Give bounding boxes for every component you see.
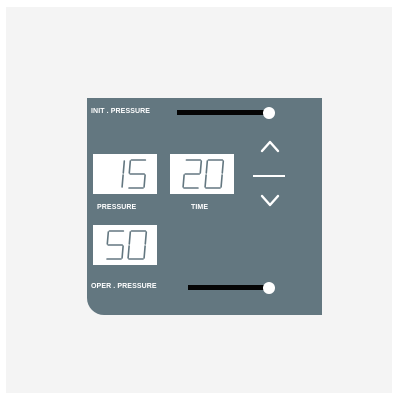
oper-pressure-slider-handle[interactable] [263,282,275,294]
oper-pressure-display [93,225,157,265]
digit-segment [144,231,148,245]
decrease-button[interactable] [258,193,282,209]
pressure-display [93,154,157,194]
time-digits [182,159,225,189]
oper-pressure-slider-track[interactable] [188,285,268,290]
time-label: TIME [191,204,209,211]
digit-segment [121,174,124,188]
digit-segment [204,174,207,188]
digit-segment [128,160,132,174]
digit-segment [121,245,124,259]
chevron-down-icon [260,194,280,207]
arrow-divider [253,175,285,177]
digit-segment [220,174,223,188]
digit-segment [106,231,110,245]
digit-segment [221,160,225,174]
digit-segment [127,245,130,259]
digit-segment [128,231,132,245]
oper-pressure-digits [106,230,148,260]
pressure-digits [121,159,147,189]
init-pressure-slider-handle[interactable] [263,107,275,119]
init-pressure-label: INIT . PRESSURE [91,108,151,115]
increase-button[interactable] [258,138,282,154]
digit-segment [143,174,146,188]
control-panel: INIT . PRESSURE PRESSURE TIME OPER . PRE… [87,98,322,315]
oper-pressure-label: OPER . PRESSURE [91,283,157,290]
digit-segment [122,160,126,174]
digit-segment [143,245,146,259]
digit-segment [205,160,209,174]
pressure-label: PRESSURE [97,204,137,211]
time-display [170,154,234,194]
digit-segment [182,174,185,188]
init-pressure-slider-track[interactable] [177,110,267,115]
chevron-up-icon [260,140,280,153]
digit-segment [199,160,203,174]
